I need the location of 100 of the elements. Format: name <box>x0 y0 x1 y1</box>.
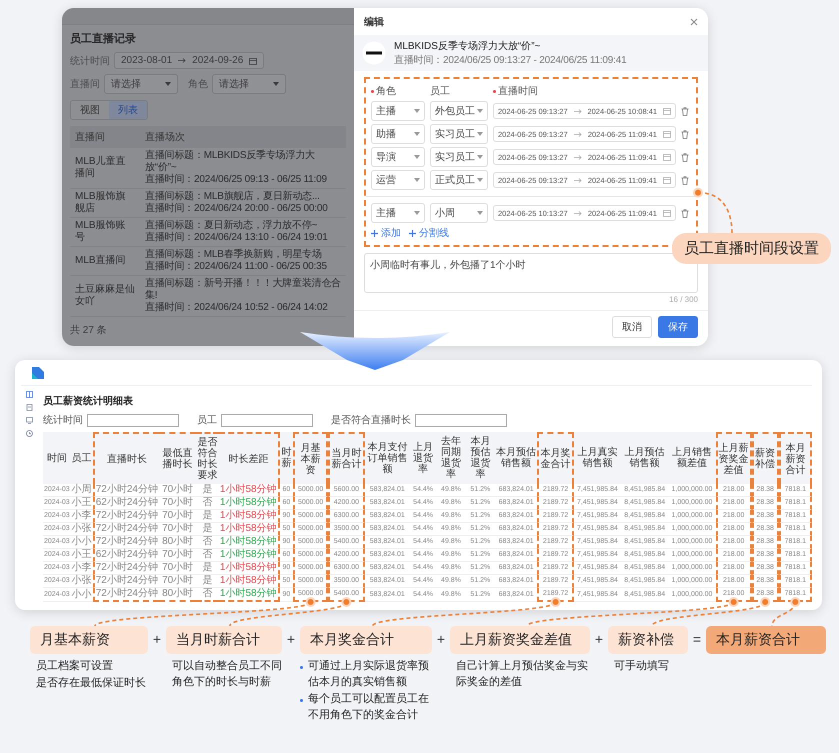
table-cell: 70小时 <box>158 562 196 575</box>
add-link[interactable]: 添加 <box>371 226 401 240</box>
caret-icon <box>414 132 420 136</box>
calendar-icon <box>249 56 258 64</box>
formula-result: 本月薪资合计 <box>706 626 826 654</box>
trash-icon[interactable] <box>681 208 689 218</box>
table-cell: 70小时 <box>158 484 196 497</box>
caret-icon <box>414 155 420 159</box>
table-cell: 是 <box>196 562 219 575</box>
table-cell: 小李 <box>70 510 93 523</box>
table-cell: 小小 <box>70 588 93 602</box>
table-cell: 72小时24分钟 <box>92 510 159 523</box>
dialog-title: 编辑 <box>364 16 384 29</box>
table-cell: 80小时 <box>158 588 196 602</box>
arrow-icon <box>574 154 582 160</box>
select-field[interactable]: 实习员工 <box>430 147 488 167</box>
trash-icon[interactable] <box>681 130 689 138</box>
filter-label: 角色 <box>188 78 208 91</box>
add-link[interactable]: 分割线 <box>409 226 449 240</box>
formula-term: 月基本薪资 <box>30 626 148 654</box>
select-field[interactable]: 请选择 <box>104 74 178 94</box>
caret-icon <box>477 211 483 215</box>
column-header: 上月退货率 <box>410 432 436 484</box>
save-button[interactable]: 保存 <box>658 316 698 338</box>
cancel-button[interactable]: 取消 <box>612 316 652 338</box>
session-title: 直播间标题：夏日新动态，浮力放不停~ <box>145 220 318 232</box>
trash-icon[interactable] <box>681 106 689 116</box>
select-field[interactable]: 小周 <box>430 203 488 223</box>
operator-sign: + <box>152 630 162 647</box>
page-title: 员工直播记录 <box>70 32 137 46</box>
session-time: 直播时间：2024/06/24 10:52 - 06/24 14:02 <box>145 302 329 314</box>
column-header: 上月真实销售额 <box>574 432 622 484</box>
operator-sign: + <box>286 630 296 647</box>
formula-term: 本月奖金合计 <box>300 626 432 654</box>
column-header: 上月预估销售额 <box>621 432 668 484</box>
field-label: 直播时间 <box>498 84 538 98</box>
column-header: 本月奖金合计 <box>537 432 574 484</box>
select-field[interactable]: 主播 <box>371 203 425 223</box>
table-cell: 80小时 <box>158 536 196 549</box>
input-field[interactable] <box>415 414 507 426</box>
select-field[interactable]: 主播 <box>371 101 425 121</box>
table-cell: 70小时 <box>158 575 196 588</box>
arrow-icon <box>574 132 582 136</box>
column-header: 直播场次 <box>140 126 346 148</box>
operator-sign: + <box>594 630 604 647</box>
trash-icon[interactable] <box>681 176 689 184</box>
note-text: 每个员工可以配置员工在不用角色下的奖金合计 <box>308 692 430 723</box>
column-header: 时间 <box>43 432 71 484</box>
table-cell: 1小时58分钟 <box>218 536 280 549</box>
filter-label: 统计时间 <box>70 54 110 68</box>
clock-icon[interactable] <box>26 430 32 437</box>
column-header: 去年同期退货率 <box>436 432 466 484</box>
column-header: 上月薪资奖金差值 <box>716 432 752 484</box>
select-field[interactable]: 外包员工 <box>430 101 488 121</box>
operator-sign: + <box>436 630 446 647</box>
table-cell: MLB服饰旗舰店 <box>70 188 140 218</box>
logo-icon <box>31 366 45 380</box>
select-field[interactable]: 助播 <box>371 124 425 144</box>
calendar-icon <box>662 209 671 217</box>
select-field[interactable]: 实习员工 <box>430 124 488 144</box>
table-cell: 62小时24分钟 <box>92 497 159 510</box>
note-text: 可手动填写 <box>613 659 670 674</box>
table-cell: 是 <box>196 523 219 536</box>
table-cell: 1小时58分钟 <box>218 523 280 536</box>
input-field[interactable] <box>87 414 179 426</box>
filter-label: 统计时间 <box>43 414 83 427</box>
formula-term: 当月时薪合计 <box>166 626 282 654</box>
table-cell: 1小时58分钟 <box>218 497 280 510</box>
session-time: 直播时间：2024/06/24 20:00 - 06/25 00:00 <box>145 203 329 215</box>
date-range-field[interactable]: 2023-08-01 2024-09-26 <box>114 52 264 69</box>
table-cell: 土豆麻麻是仙女吖 <box>70 276 140 316</box>
table-cell: MLB直播间 <box>70 246 140 276</box>
table-cell: 小周 <box>70 484 93 497</box>
grid-icon[interactable] <box>26 391 32 398</box>
session-title: 直播间标题：新号开播！！！大牌童装清仓合集! <box>145 278 341 302</box>
formula-term: 薪资补偿 <box>608 626 688 654</box>
caret-icon <box>273 82 279 86</box>
table-cell: 72小时24分钟 <box>92 575 159 588</box>
operator-sign: = <box>692 630 702 647</box>
column-header: 当月时薪合计 <box>328 432 365 484</box>
down-arrow-icon <box>300 332 450 370</box>
trash-icon[interactable] <box>681 152 689 162</box>
table-cell: 小李 <box>70 562 93 575</box>
table-cell: 70小时 <box>158 510 196 523</box>
column-header: 本月薪资合计 <box>778 432 812 484</box>
calendar-icon <box>662 130 671 138</box>
close-icon[interactable] <box>690 18 698 26</box>
document-icon[interactable] <box>26 404 32 411</box>
select-field[interactable]: 导演 <box>371 147 425 167</box>
session-time: 直播时间：2024/06/24 13:10 - 06/24 19:01 <box>145 232 329 244</box>
select-field[interactable]: 正式员工 <box>430 170 488 190</box>
caret-icon <box>414 178 420 182</box>
select-field[interactable]: 请选择 <box>212 74 286 94</box>
monitor-icon[interactable] <box>26 417 32 424</box>
table-cell: 72小时24分钟 <box>92 484 159 497</box>
column-header: 月基本薪资 <box>293 432 328 484</box>
select-field[interactable]: 运营 <box>371 170 425 190</box>
table-cell: 70小时 <box>158 549 196 562</box>
filter-label: 是否符合直播时长 <box>331 414 411 427</box>
input-field[interactable] <box>221 414 313 426</box>
